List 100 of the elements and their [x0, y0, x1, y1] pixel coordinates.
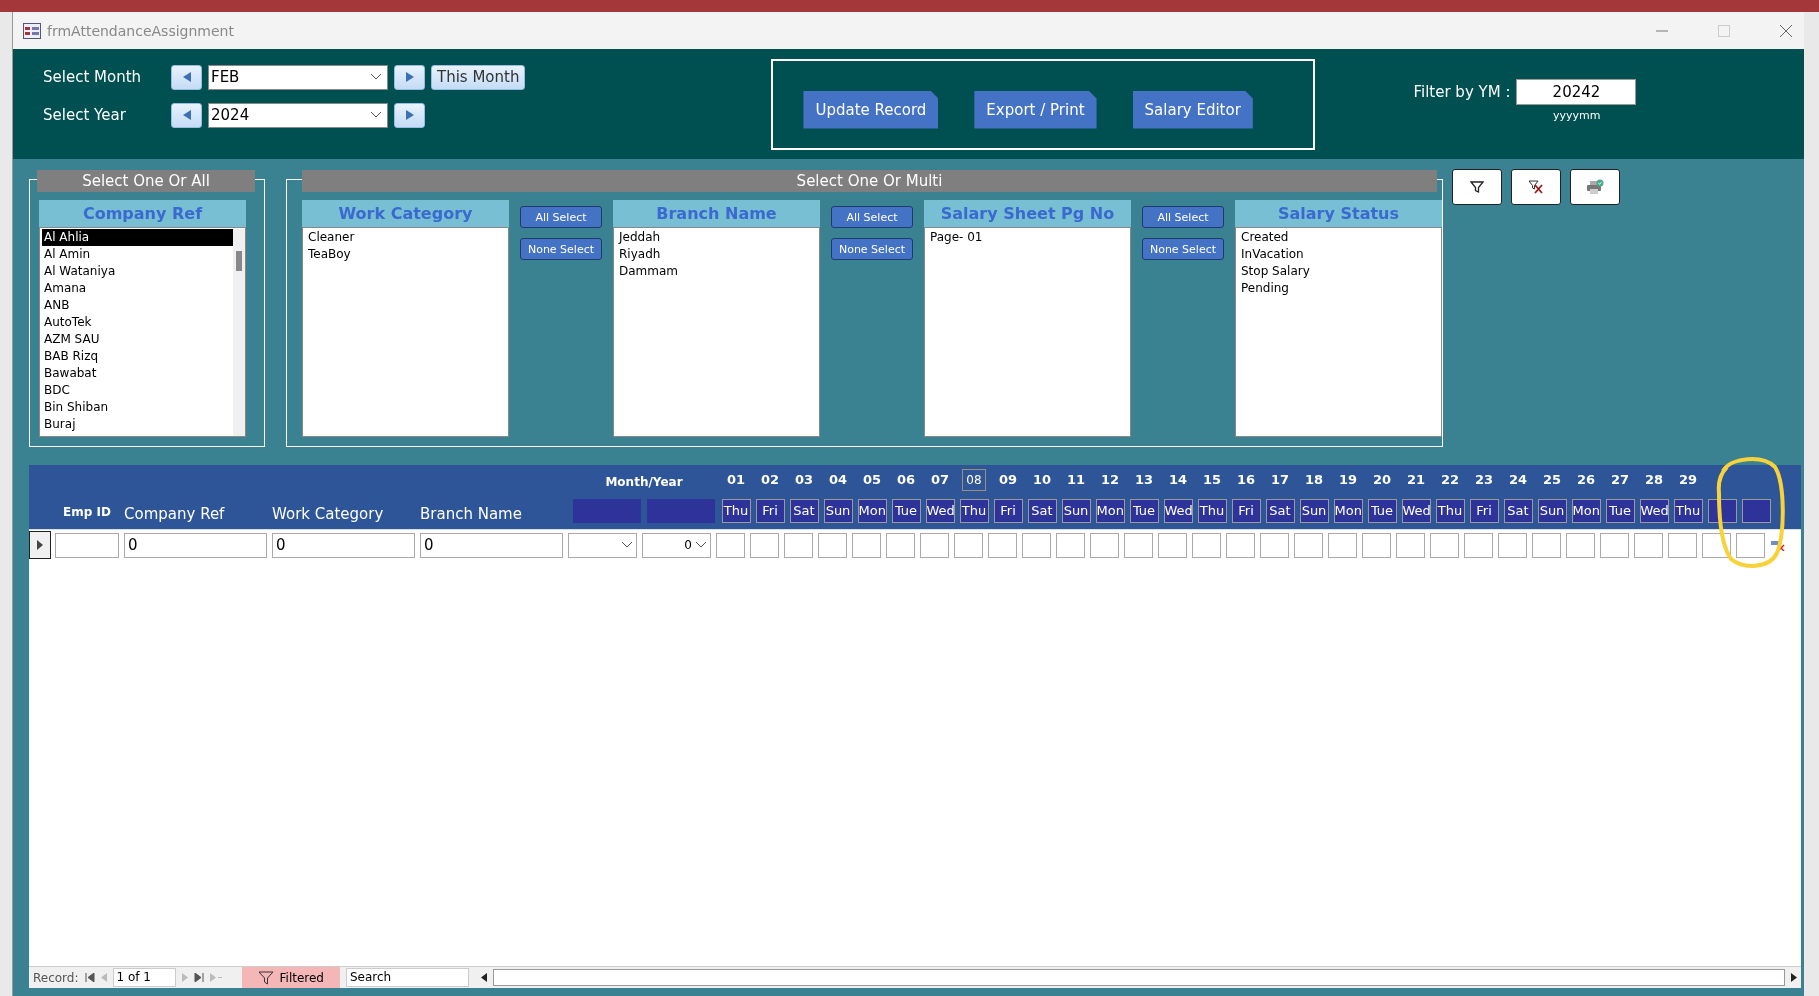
select-button[interactable]: None Select — [1142, 238, 1224, 260]
action-button[interactable]: Salary Editor — [1132, 90, 1253, 129]
list-item[interactable]: AutoTek — [42, 314, 233, 331]
previous-record-icon[interactable] — [100, 973, 107, 982]
day-number: 24 — [1507, 471, 1529, 489]
close-icon[interactable] — [1780, 24, 1792, 37]
day-cell[interactable] — [1702, 532, 1731, 558]
list-item[interactable]: Cleaner — [306, 229, 505, 246]
day-cell[interactable] — [1464, 532, 1493, 558]
next-year-button[interactable] — [394, 102, 425, 128]
day-cell[interactable] — [1600, 532, 1629, 558]
year-combo[interactable]: 0 — [642, 532, 711, 558]
day-cell[interactable] — [1192, 532, 1221, 558]
day-cell[interactable] — [988, 532, 1017, 558]
action-button[interactable]: Export / Print — [974, 90, 1097, 129]
day-cell[interactable] — [1260, 532, 1289, 558]
last-record-icon[interactable] — [193, 973, 204, 982]
list-item[interactable]: TeaBoy — [306, 246, 505, 263]
day-cell[interactable] — [1396, 532, 1425, 558]
day-cell[interactable] — [1634, 532, 1663, 558]
scroll-left-icon[interactable] — [481, 973, 487, 982]
day-cell[interactable] — [1736, 532, 1765, 558]
day-cell[interactable] — [716, 532, 745, 558]
list-item[interactable]: Pending — [1239, 280, 1438, 297]
next-month-button[interactable] — [394, 64, 425, 90]
day-number: 17 — [1269, 471, 1291, 489]
day-cell[interactable] — [1498, 532, 1527, 558]
filter-button[interactable] — [1452, 169, 1502, 205]
day-cell[interactable] — [920, 532, 949, 558]
day-cell[interactable] — [886, 532, 915, 558]
day-cell[interactable] — [1022, 532, 1051, 558]
branch-name-field[interactable]: 0 — [420, 532, 563, 558]
record-selector[interactable] — [29, 531, 51, 559]
list-item[interactable]: Amana — [42, 280, 233, 297]
day-cell[interactable] — [818, 532, 847, 558]
day-cell[interactable] — [1430, 532, 1459, 558]
day-cell[interactable] — [1226, 532, 1255, 558]
scrollbar[interactable] — [233, 229, 245, 436]
company-ref-field[interactable]: 0 — [124, 532, 267, 558]
maximize-icon[interactable] — [1718, 24, 1730, 37]
select-button[interactable]: None Select — [520, 238, 602, 260]
list-item[interactable]: Dammam — [617, 263, 816, 280]
format-hint: yyyymm — [1552, 109, 1601, 122]
filter-field[interactable]: 20242 — [1516, 79, 1637, 105]
list-item[interactable]: Al Amin — [42, 246, 233, 263]
delete-record-icon[interactable] — [1771, 539, 1785, 551]
day-cell[interactable] — [1056, 532, 1085, 558]
day-number: 11 — [1065, 471, 1087, 489]
clear-filter-button[interactable] — [1511, 169, 1561, 205]
month-dropdown[interactable]: FEB — [208, 64, 388, 90]
day-cell[interactable] — [784, 532, 813, 558]
first-record-icon[interactable] — [84, 973, 95, 982]
list-item[interactable]: Jeddah — [617, 229, 816, 246]
day-cell[interactable] — [1294, 532, 1323, 558]
record-position-field[interactable]: 1 of 1 — [112, 968, 176, 987]
list-item[interactable]: Bawabat — [42, 365, 233, 382]
year-dropdown[interactable]: 2024 — [208, 102, 388, 128]
print-button[interactable] — [1570, 169, 1620, 205]
day-cell[interactable] — [1124, 532, 1153, 558]
list-item[interactable]: Page- 01 — [928, 229, 1127, 246]
horizontal-scrollbar[interactable] — [481, 968, 1797, 987]
previous-month-button[interactable] — [171, 64, 202, 90]
day-cell[interactable] — [1566, 532, 1595, 558]
this-month-button[interactable]: This Month — [431, 64, 526, 90]
list-item[interactable]: Al Wataniya — [42, 263, 233, 280]
list-item[interactable]: Riyadh — [617, 246, 816, 263]
select-button[interactable]: None Select — [831, 238, 913, 260]
day-cell[interactable] — [1328, 532, 1357, 558]
list-item[interactable]: Al Ahlia — [42, 229, 233, 246]
new-record-icon[interactable] — [209, 973, 222, 982]
day-cell[interactable] — [1158, 532, 1187, 558]
day-cell[interactable] — [1090, 532, 1119, 558]
day-cell[interactable] — [954, 532, 983, 558]
day-cell[interactable] — [750, 532, 779, 558]
filter-status[interactable]: Filtered — [241, 967, 340, 988]
list-item[interactable]: Bin Shiban — [42, 399, 233, 416]
select-button[interactable]: All Select — [831, 206, 913, 228]
month-combo[interactable] — [568, 532, 637, 558]
list-item[interactable]: InVacation — [1239, 246, 1438, 263]
next-record-icon[interactable] — [181, 973, 188, 982]
list-item[interactable]: ANB — [42, 297, 233, 314]
select-button[interactable]: All Select — [1142, 206, 1224, 228]
work-category-field[interactable]: 0 — [272, 532, 415, 558]
day-cell[interactable] — [1668, 532, 1697, 558]
day-number: 12 — [1099, 471, 1121, 489]
day-cell[interactable] — [1532, 532, 1561, 558]
day-cell[interactable] — [1362, 532, 1391, 558]
action-button[interactable]: Update Record — [803, 90, 939, 129]
list-item[interactable]: Created — [1239, 229, 1438, 246]
scroll-right-icon[interactable] — [1791, 973, 1797, 982]
list-item[interactable]: BAB Rizq — [42, 348, 233, 365]
day-cell[interactable] — [852, 532, 881, 558]
select-button[interactable]: All Select — [520, 206, 602, 228]
list-item[interactable]: AZM SAU — [42, 331, 233, 348]
list-item[interactable]: Buraj — [42, 416, 233, 433]
search-field[interactable]: Search — [346, 968, 469, 987]
emp-id-field[interactable] — [55, 532, 119, 558]
list-item[interactable]: Stop Salary — [1239, 263, 1438, 280]
list-item[interactable]: BDC — [42, 382, 233, 399]
previous-year-button[interactable] — [171, 102, 202, 128]
